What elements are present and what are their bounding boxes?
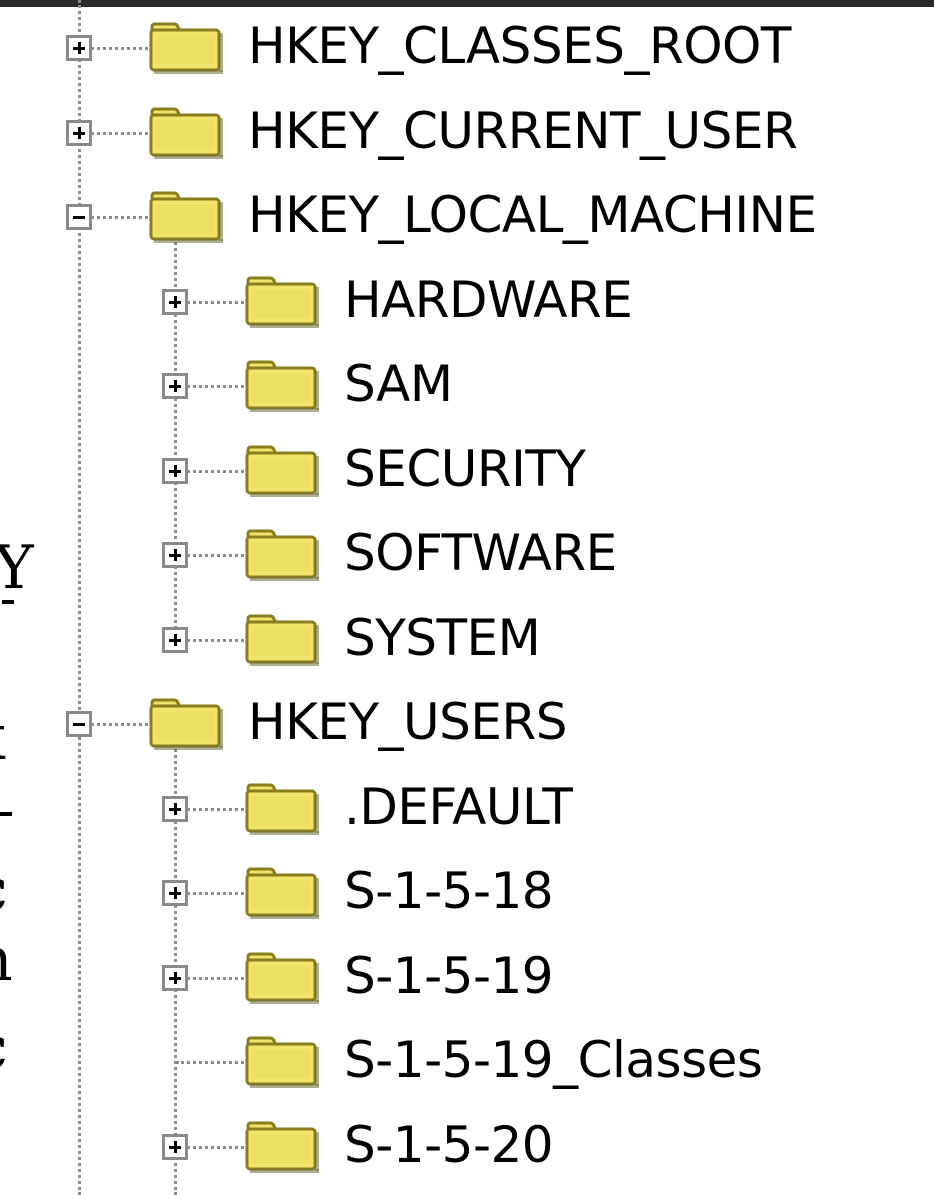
folder-icon	[244, 782, 322, 836]
folder-icon	[244, 951, 322, 1005]
minus-box-icon[interactable]	[66, 204, 92, 230]
folder-icon	[148, 190, 226, 244]
tree-node-label[interactable]: S-1-5-20	[344, 1115, 554, 1175]
plus-box-icon[interactable]	[66, 35, 92, 61]
cropped-glyph	[0, 812, 12, 816]
cropped-glyph: c	[0, 1018, 8, 1078]
folder-icon	[244, 359, 322, 413]
tree-node-label[interactable]: S-1-5-19_Classes	[344, 1030, 763, 1090]
plus-box-icon[interactable]	[66, 119, 92, 146]
tree-node-label[interactable]: HKEY_CURRENT_USER	[248, 101, 798, 161]
plus-box-icon[interactable]	[162, 795, 188, 822]
tree-node-label[interactable]: HARDWARE	[344, 270, 633, 330]
tree-node-label[interactable]: SECURITY	[344, 439, 586, 499]
folder-icon	[148, 106, 226, 160]
plus-box-icon[interactable]	[162, 964, 188, 991]
tree-node-label[interactable]: SAM	[344, 354, 453, 414]
cropped-glyph: Y	[0, 533, 34, 603]
tree-node-label[interactable]: SOFTWARE	[344, 523, 617, 583]
tree-node-label[interactable]: HKEY_CLASSES_ROOT	[248, 16, 791, 76]
plus-box-icon[interactable]	[162, 373, 188, 399]
folder-icon	[244, 275, 322, 329]
folder-icon	[244, 528, 322, 582]
tree-connector-line	[176, 1061, 244, 1064]
plus-box-icon[interactable]	[162, 626, 188, 653]
folder-icon	[244, 866, 322, 920]
cropped-glyph	[2, 600, 14, 604]
plus-box-icon[interactable]	[162, 288, 188, 315]
tree-guide-line	[78, 0, 81, 1195]
tree-node-label[interactable]: .DEFAULT	[344, 777, 573, 837]
plus-box-icon[interactable]	[162, 457, 188, 484]
folder-icon	[244, 1120, 322, 1174]
plus-box-icon[interactable]	[162, 542, 188, 568]
plus-box-icon[interactable]	[162, 1133, 188, 1160]
minus-box-icon[interactable]	[66, 711, 92, 737]
tree-node-label[interactable]: SYSTEM	[344, 608, 541, 668]
plus-box-icon[interactable]	[162, 880, 188, 906]
cropped-glyph: n	[0, 930, 13, 990]
tree-node-label[interactable]: HKEY_USERS	[248, 692, 567, 752]
cropped-glyph: x	[0, 706, 6, 770]
cropped-glyph: c	[0, 860, 8, 920]
tree-node-label[interactable]: HKEY_LOCAL_MACHINE	[248, 185, 817, 245]
registry-tree-view: Y x c n c HKEY_CLASSES_ROOT HKEY_CURRENT_…	[0, 0, 934, 1195]
folder-icon	[148, 697, 226, 751]
window-top-border	[0, 0, 934, 7]
tree-node-label[interactable]: S-1-5-19	[344, 946, 554, 1006]
folder-icon	[148, 21, 226, 75]
tree-node-label[interactable]: S-1-5-18	[344, 861, 554, 921]
folder-icon	[244, 444, 322, 498]
folder-icon	[244, 1035, 322, 1089]
folder-icon	[244, 613, 322, 667]
